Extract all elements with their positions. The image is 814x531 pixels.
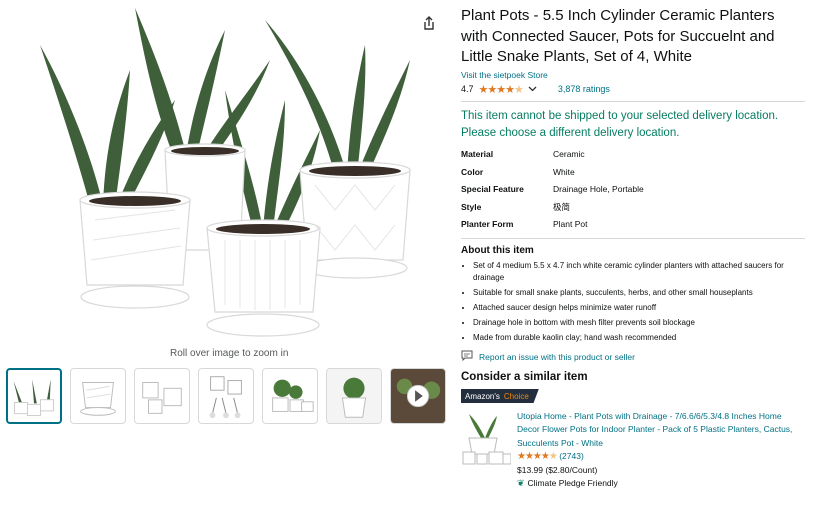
spec-row: Material Ceramic <box>461 146 805 164</box>
spec-key: Material <box>461 149 494 160</box>
divider <box>461 238 805 239</box>
climate-label: Climate Pledge Friendly <box>527 478 618 488</box>
store-link[interactable]: Visit the sietpoek Store <box>461 70 805 80</box>
similar-rating-count[interactable]: (2743) <box>559 451 584 461</box>
thumbnail-1[interactable] <box>6 368 62 424</box>
thumbnail-2[interactable] <box>70 368 126 424</box>
about-heading: About this item <box>461 245 534 256</box>
spec-key: Style <box>461 201 482 212</box>
thumbnail-5[interactable] <box>262 368 318 424</box>
star-rating-icon[interactable]: ★★★★★ <box>517 451 558 462</box>
spec-value: Ceramic <box>553 149 585 160</box>
thumbnail-7-video[interactable] <box>390 368 446 424</box>
spec-key: Special Feature <box>461 184 524 195</box>
thumbnail-strip <box>6 368 446 424</box>
list-item: Made from durable kaolin clay; hand wash… <box>473 332 805 344</box>
product-title: Plant Pots - 5.5 Inch Cylinder Ceramic P… <box>461 7 775 65</box>
spec-value: 极简 <box>553 201 571 212</box>
spec-key: Color <box>461 166 484 177</box>
divider <box>461 100 805 102</box>
badge-left: Amazon's <box>461 389 504 403</box>
spec-value: Drainage Hole, Portable <box>553 184 644 195</box>
similar-heading: Consider a similar item <box>461 371 588 383</box>
ratings-count-link[interactable]: 3,878 ratings <box>558 84 610 94</box>
main-product-image[interactable] <box>35 0 425 345</box>
report-issue-link[interactable]: Report an issue with this product or sel… <box>461 350 805 363</box>
report-issue-label: Report an issue with this product or sel… <box>479 351 635 362</box>
thumbnail-6[interactable] <box>326 368 382 424</box>
spec-key: Planter Form <box>461 219 514 230</box>
spec-value: White <box>553 166 575 177</box>
spec-table: Material Ceramic Color White Special Featu… <box>461 146 805 234</box>
badge-right: Choice <box>503 389 539 403</box>
spec-row: Special Feature Drainage Hole, Portable <box>461 181 805 199</box>
similar-item-image[interactable] <box>461 410 512 468</box>
similar-rating: ★★★★★ (2743) <box>517 450 805 464</box>
similar-item-info: Utopia Home - Plant Pots with Drainage -… <box>517 410 805 491</box>
similar-item-card[interactable]: Utopia Home - Plant Pots with Drainage -… <box>461 410 805 491</box>
message-icon <box>461 350 473 363</box>
list-item: Attached saucer design helps minimize wa… <box>473 302 805 314</box>
leaf-icon: ❦ <box>517 478 525 488</box>
spec-row: Color White <box>461 163 805 181</box>
zoom-hint: Roll over image to zoom in <box>170 348 289 359</box>
shipping-warning: This item cannot be shipped to your sele… <box>461 109 779 139</box>
thumbnail-4[interactable] <box>198 368 254 424</box>
thumbnail-3[interactable] <box>134 368 190 424</box>
similar-price: $13.99 ($2.80/Count) <box>517 464 598 475</box>
list-item: Suitable for small snake plants, succule… <box>473 287 805 299</box>
spec-value: Plant Pot <box>553 219 588 230</box>
rating-value: 4.7 <box>461 84 474 94</box>
spec-row: Planter Form Plant Pot <box>461 216 805 234</box>
amazons-choice-badge: Amazon's Choice <box>461 389 539 403</box>
rating-summary: 4.7 ★★★★★ 3,878 ratings <box>461 83 805 96</box>
climate-pledge[interactable]: ❦ Climate Pledge Friendly <box>517 477 805 491</box>
spec-row: Style 极简 <box>461 198 805 216</box>
list-item: Drainage hole in bottom with mesh filter… <box>473 317 805 329</box>
feature-bullets: Set of 4 medium 5.5 x 4.7 inch white cer… <box>461 260 805 344</box>
list-item: Set of 4 medium 5.5 x 4.7 inch white cer… <box>473 260 805 284</box>
product-details: Plant Pots - 5.5 Inch Cylinder Ceramic P… <box>461 4 805 491</box>
chevron-down-icon[interactable] <box>528 84 537 95</box>
star-rating-icon[interactable]: ★★★★★ <box>479 83 524 96</box>
similar-item-title[interactable]: Utopia Home - Plant Pots with Drainage -… <box>517 410 805 451</box>
